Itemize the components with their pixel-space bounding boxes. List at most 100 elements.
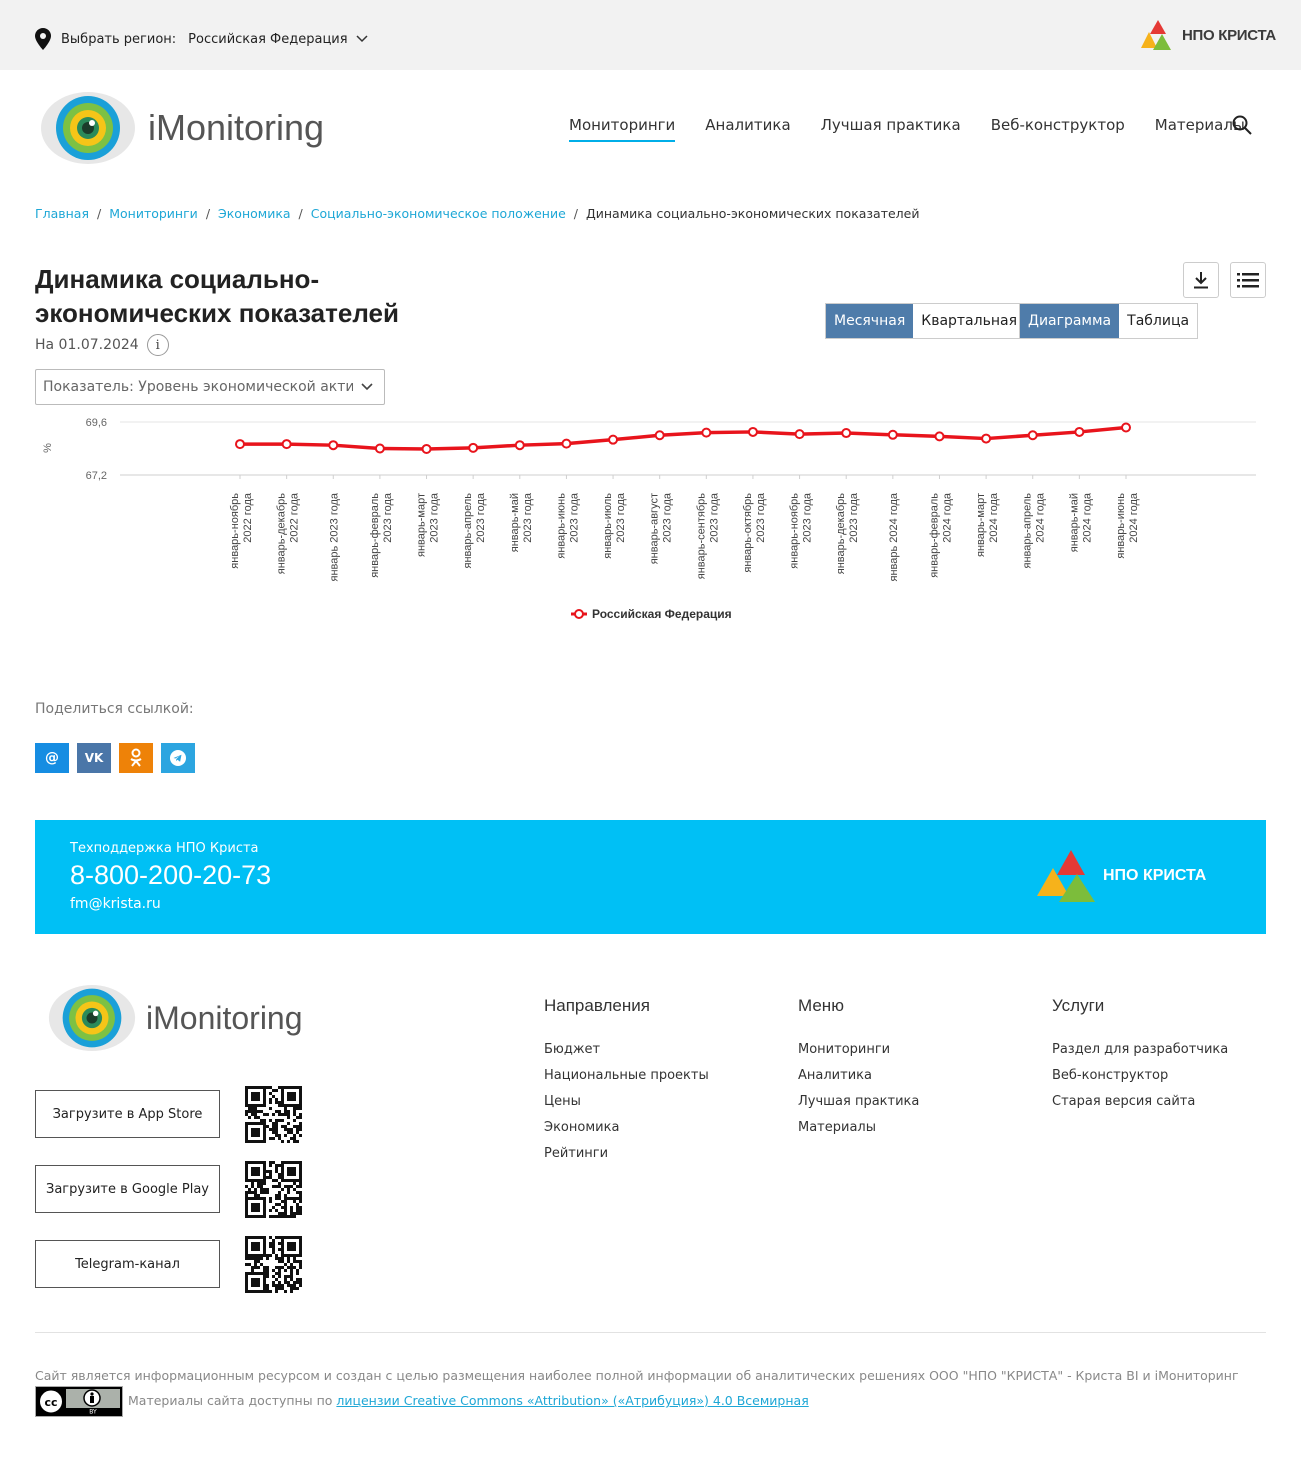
google-play-button[interactable]: Загрузите в Google Play (35, 1165, 220, 1213)
footer-link-materials[interactable]: Материалы (798, 1120, 919, 1135)
footer-link-old-site[interactable]: Старая версия сайта (1052, 1094, 1228, 1109)
footer-logo[interactable]: iMonitoring (48, 983, 303, 1053)
x-tick-label: январь-ноябрь2023 года (789, 492, 814, 569)
x-tick-label: январь-октябрь2023 года (742, 492, 767, 572)
footer-link-national-projects[interactable]: Национальные проекты (544, 1068, 709, 1083)
share-ok-button[interactable] (119, 743, 153, 773)
footer-link-monitoring[interactable]: Мониторинги (798, 1042, 919, 1057)
breadcrumb-current: Динамика социально-экономических показат… (585, 206, 920, 221)
nav-web-constructor[interactable]: Веб-конструктор (991, 116, 1125, 142)
page-title: Динамика социально-экономических показат… (35, 264, 399, 328)
download-button[interactable] (1183, 262, 1219, 298)
line-chart: 69,6 67,2% январь-ноябрь2022 года январь-д… (42, 417, 1256, 621)
tab-monthly[interactable]: Месячная (826, 304, 914, 338)
share-telegram-button[interactable] (161, 743, 195, 773)
x-tick-label: январь 2024 года (888, 492, 900, 581)
footer-column-title: Услуги (1052, 996, 1105, 1015)
footer-link-analytics[interactable]: Аналитика (798, 1068, 919, 1083)
qr-code-telegram (245, 1236, 302, 1293)
krista-triangles-icon (1141, 20, 1171, 50)
krista-logo-text: НПО КРИСТА (1182, 26, 1276, 44)
tab-quarterly[interactable]: Квартальная (913, 304, 1025, 338)
breadcrumb-economy[interactable]: Экономика (218, 206, 291, 221)
x-tick-label: январь-июль2023 года (602, 492, 627, 559)
site-logo[interactable]: iMonitoring (40, 90, 324, 166)
creative-commons-badge[interactable]: cc BY (35, 1386, 123, 1417)
x-tick-label: январь-июнь2024 года (1115, 492, 1140, 558)
license-link[interactable]: лицензии Creative Commons «Attribution» … (336, 1393, 808, 1408)
region-label: Выбрать регион: (61, 31, 177, 47)
share-label: Поделиться ссылкой: (35, 701, 194, 717)
chevron-down-icon (361, 383, 373, 391)
license-prefix: Материалы сайта доступны по (128, 1393, 337, 1408)
footer-column-services: Услуги Раздел для разработчика Веб-конст… (1052, 996, 1228, 1120)
share-mail-button[interactable]: @ (35, 743, 69, 773)
footer-column-title: Направления (544, 996, 650, 1015)
footer-divider (35, 1332, 1266, 1333)
chevron-down-icon[interactable] (356, 35, 368, 43)
footer-link-budget[interactable]: Бюджет (544, 1042, 709, 1057)
x-tick-label: январь-март2023 года (416, 492, 441, 557)
data-point (514, 440, 525, 451)
app-store-button[interactable]: Загрузите в App Store (35, 1090, 220, 1138)
footer-link-ratings[interactable]: Рейтинги (544, 1146, 709, 1161)
qr-code-google-play (245, 1161, 302, 1218)
telegram-channel-button[interactable]: Telegram-канал (35, 1240, 220, 1288)
data-point (934, 431, 945, 442)
breadcrumb-home[interactable]: Главная (35, 206, 89, 221)
footer-link-developer[interactable]: Раздел для разработчика (1052, 1042, 1228, 1057)
tab-table[interactable]: Таблица (1119, 304, 1197, 338)
x-tick-label: январь-декабрь2023 года (835, 492, 860, 574)
x-tick-label: январь-март2024 года (975, 492, 1000, 557)
footer-link-economy[interactable]: Экономика (544, 1120, 709, 1135)
data-point (981, 433, 992, 444)
data-point (654, 430, 665, 441)
search-icon[interactable] (1232, 115, 1252, 135)
footer-link-prices[interactable]: Цены (544, 1094, 709, 1109)
footer-brand-name: iMonitoring (146, 999, 303, 1036)
x-tick-label: январь-ноябрь2022 года (229, 492, 254, 569)
list-menu-button[interactable] (1230, 262, 1266, 298)
data-point (701, 427, 712, 438)
breadcrumb-socio-economic[interactable]: Социально-экономическое положение (311, 206, 566, 221)
data-point (468, 442, 479, 453)
cc-by-label: BY (89, 1409, 97, 1416)
indicator-select[interactable]: Показатель: Уровень экономической активн… (35, 369, 385, 405)
x-tick-label: январь-апрель2024 года (1022, 492, 1047, 568)
data-point (235, 439, 245, 450)
x-tick-label: январь-февраль2023 года (369, 492, 394, 578)
nav-best-practice[interactable]: Лучшая практика (821, 116, 961, 142)
x-tick-label: январь-декабрь2022 года (276, 492, 301, 574)
svg-text:cc: cc (44, 1396, 57, 1409)
footer-link-best-practice[interactable]: Лучшая практика (798, 1094, 919, 1109)
share-vk-button[interactable]: VK (77, 743, 111, 773)
support-email[interactable]: fm@krista.ru (70, 896, 161, 912)
nav-monitoring[interactable]: Мониторинги (569, 116, 676, 142)
share-buttons: @ VK (35, 743, 203, 773)
data-point (1074, 426, 1085, 437)
info-icon[interactable]: i (146, 334, 169, 356)
data-point (1027, 430, 1038, 441)
region-value[interactable]: Российская Федерация (188, 32, 347, 47)
data-point (747, 426, 758, 437)
x-tick-label: январь-июнь2023 года (555, 492, 580, 558)
tab-diagram[interactable]: Диаграмма (1020, 304, 1120, 338)
x-tick-label: январь-май2024 года (1068, 492, 1093, 552)
krista-logo-footer[interactable]: НПО КРИСТА (1035, 848, 1206, 904)
footer-column-directions: Направления Бюджет Национальные проекты … (544, 996, 709, 1172)
main-nav: Мониторинги Аналитика Лучшая практика Ве… (569, 116, 1275, 142)
krista-logo[interactable]: НПО КРИСТА (1140, 18, 1276, 52)
legend-swatch-marker (574, 609, 584, 619)
breadcrumb-monitoring[interactable]: Мониторинги (109, 206, 198, 221)
support-label: Техподдержка НПО Криста (70, 841, 259, 856)
y-tick-label: 67,2 (86, 470, 107, 482)
support-phone[interactable]: 8-800-200-20-73 (70, 860, 271, 891)
nav-analytics[interactable]: Аналитика (705, 116, 790, 142)
footer-column-title: Меню (798, 996, 844, 1015)
telegram-icon (170, 750, 186, 766)
date-text: На 01.07.2024 (35, 337, 139, 353)
region-selector[interactable]: Выбрать регион: Российская Федерация (35, 28, 368, 50)
odnoklassniki-icon (130, 748, 142, 767)
x-tick-label: январь-сентябрь2023 года (695, 492, 720, 579)
footer-link-web-constructor[interactable]: Веб-конструктор (1052, 1068, 1228, 1083)
